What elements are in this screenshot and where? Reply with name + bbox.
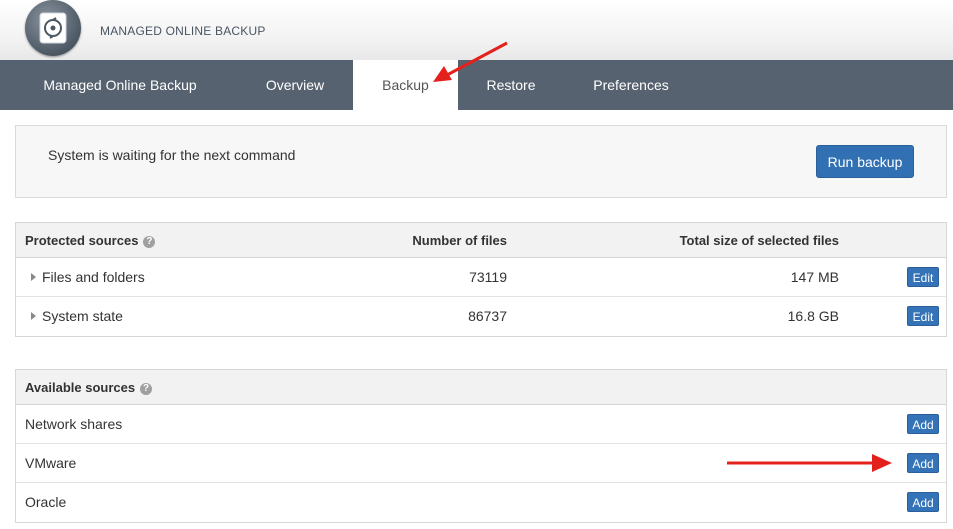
tab-backup[interactable]: Backup bbox=[353, 60, 458, 110]
run-backup-button[interactable]: Run backup bbox=[816, 145, 914, 178]
app-header: MANAGED ONLINE BACKUP bbox=[0, 0, 953, 60]
total-size: 147 MB bbox=[790, 269, 839, 285]
edit-button[interactable]: Edit bbox=[907, 267, 939, 287]
source-name: Network shares bbox=[25, 416, 123, 432]
table-header: Protected sources? Number of files Total… bbox=[16, 223, 946, 258]
status-message: System is waiting for the next command bbox=[48, 147, 296, 163]
tab-managed-online-backup[interactable]: Managed Online Backup bbox=[25, 60, 215, 110]
protected-sources-heading: Protected sources? bbox=[25, 233, 156, 248]
column-total-size: Total size of selected files bbox=[679, 233, 839, 248]
add-button[interactable]: Add bbox=[907, 414, 939, 434]
table-row: Files and folders 73119 147 MB Edit bbox=[16, 258, 946, 297]
edit-button[interactable]: Edit bbox=[907, 306, 939, 326]
table-row: Oracle Add bbox=[16, 483, 946, 521]
main-nav: Managed Online Backup Overview Backup Re… bbox=[0, 60, 953, 110]
expand-triangle-icon[interactable] bbox=[31, 312, 36, 320]
source-name[interactable]: Files and folders bbox=[31, 269, 145, 285]
total-size: 16.8 GB bbox=[787, 308, 839, 324]
app-title: MANAGED ONLINE BACKUP bbox=[100, 24, 266, 38]
table-row: Network shares Add bbox=[16, 405, 946, 444]
source-name: Oracle bbox=[25, 494, 67, 510]
table-header: Available sources? bbox=[16, 370, 946, 405]
source-name: VMware bbox=[25, 455, 77, 471]
source-name[interactable]: System state bbox=[31, 308, 123, 324]
help-icon[interactable]: ? bbox=[140, 383, 153, 395]
tab-preferences[interactable]: Preferences bbox=[578, 60, 684, 110]
table-row: System state 86737 16.8 GB Edit bbox=[16, 297, 946, 335]
file-count: 73119 bbox=[469, 269, 507, 285]
add-button[interactable]: Add bbox=[907, 492, 939, 512]
available-sources-heading: Available sources? bbox=[25, 380, 153, 395]
status-panel: System is waiting for the next command R… bbox=[15, 125, 947, 198]
help-icon[interactable]: ? bbox=[143, 236, 156, 248]
available-sources-table: Available sources? Network shares Add VM… bbox=[15, 369, 947, 523]
backup-logo-icon bbox=[25, 0, 81, 56]
tab-restore[interactable]: Restore bbox=[470, 60, 552, 110]
protected-sources-table: Protected sources? Number of files Total… bbox=[15, 222, 947, 337]
tab-overview[interactable]: Overview bbox=[240, 60, 350, 110]
expand-triangle-icon[interactable] bbox=[31, 273, 36, 281]
file-count: 86737 bbox=[468, 308, 507, 324]
add-button[interactable]: Add bbox=[907, 453, 939, 473]
protected-sources-title: Protected sources bbox=[25, 233, 139, 248]
available-sources-title: Available sources bbox=[25, 380, 136, 395]
column-number-of-files: Number of files bbox=[412, 233, 507, 248]
table-row: VMware Add bbox=[16, 444, 946, 483]
